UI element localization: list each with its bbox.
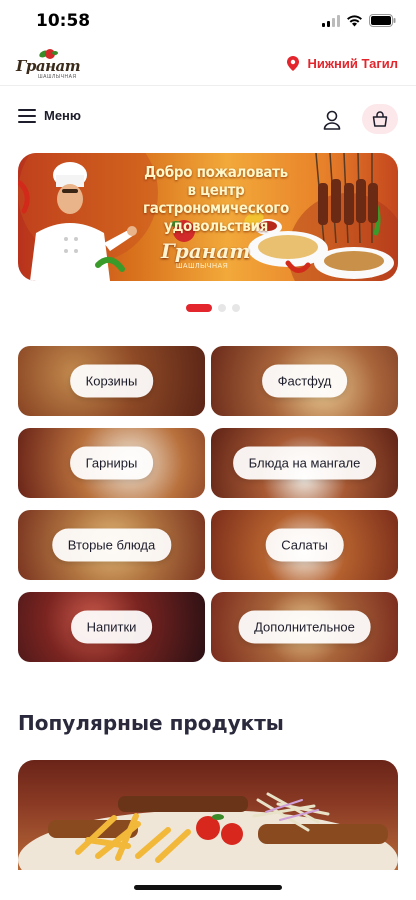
nav-bar: Меню xyxy=(0,96,416,142)
category-label: Фастфуд xyxy=(261,364,348,398)
category-label: Салаты xyxy=(265,528,344,562)
carousel-dot[interactable] xyxy=(232,304,240,312)
logo[interactable]: Гранат ШАШЛЫЧНАЯ xyxy=(16,48,81,82)
banner-logo: Гранат xyxy=(161,239,251,263)
carousel-dot[interactable] xyxy=(218,304,226,312)
cart-button[interactable] xyxy=(362,104,398,134)
category-grid: Корзины Фастфуд Гарниры Блюда на мангале… xyxy=(18,346,398,662)
category-card-grill[interactable]: Блюда на мангале xyxy=(211,428,398,498)
status-icons xyxy=(322,14,396,27)
banner-line-1: Добро пожаловать xyxy=(144,163,288,181)
product-card[interactable] xyxy=(18,760,398,870)
battery-icon xyxy=(369,14,396,27)
category-card-additional[interactable]: Дополнительное xyxy=(211,592,398,662)
logo-text: Гранат xyxy=(16,57,81,75)
product-image xyxy=(18,792,398,870)
menu-button[interactable]: Меню xyxy=(18,108,81,123)
brand-bar: Гранат ШАШЛЫЧНАЯ Нижний Тагил xyxy=(0,44,416,86)
home-indicator[interactable] xyxy=(134,885,282,890)
category-label: Блюда на мангале xyxy=(232,446,377,480)
category-card-salads[interactable]: Салаты xyxy=(211,510,398,580)
category-card-fastfood[interactable]: Фастфуд xyxy=(211,346,398,416)
status-time: 10:58 xyxy=(36,11,91,31)
banner-line-2: в центр гастрономического xyxy=(142,181,290,217)
profile-button[interactable] xyxy=(320,108,344,132)
hamburger-icon xyxy=(18,108,36,123)
basket-icon xyxy=(372,111,388,127)
status-bar: 10:58 xyxy=(0,0,416,44)
user-icon xyxy=(323,110,341,130)
category-label: Корзины xyxy=(69,364,154,398)
menu-label: Меню xyxy=(44,108,82,123)
category-card-baskets[interactable]: Корзины xyxy=(18,346,205,416)
banner-headline: Добро пожаловать в центр гастрономическо… xyxy=(136,163,296,235)
signal-icon xyxy=(322,14,340,27)
city-selector[interactable]: Нижний Тагил xyxy=(287,56,398,71)
popular-products-title: Популярные продукты xyxy=(18,711,284,735)
carousel-dot-active[interactable] xyxy=(186,304,212,312)
wifi-icon xyxy=(347,14,362,26)
promo-banner[interactable]: Добро пожаловать в центр гастрономическо… xyxy=(18,153,398,281)
category-label: Дополнительное xyxy=(238,610,371,644)
category-card-sides[interactable]: Гарниры xyxy=(18,428,205,498)
category-card-main-dishes[interactable]: Вторые блюда xyxy=(18,510,205,580)
city-label: Нижний Тагил xyxy=(307,56,398,71)
category-label: Напитки xyxy=(70,610,153,644)
category-label: Гарниры xyxy=(69,446,154,480)
map-pin-icon xyxy=(287,56,300,71)
carousel-indicator xyxy=(0,304,416,314)
banner-line-3: удовольствия xyxy=(163,217,269,235)
logo-subtitle: ШАШЛЫЧНАЯ xyxy=(38,74,77,80)
category-label: Вторые блюда xyxy=(51,528,172,562)
category-card-drinks[interactable]: Напитки xyxy=(18,592,205,662)
banner-logo-subtitle: ШАШЛЫЧНАЯ xyxy=(176,263,229,270)
